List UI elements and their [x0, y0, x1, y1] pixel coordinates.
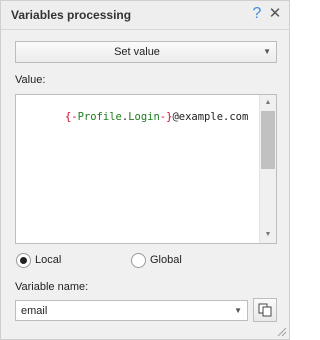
macro-property-name: Login — [128, 111, 160, 123]
copy-variable-button[interactable] — [253, 298, 277, 322]
chevron-down-icon[interactable]: ▼ — [234, 306, 242, 315]
macro-close-brace: -} — [159, 111, 173, 123]
variable-name-value: email — [21, 305, 48, 317]
radio-button-global[interactable] — [131, 253, 146, 268]
close-icon[interactable]: ✕ — [267, 4, 283, 24]
variable-name-label: Variable name: — [15, 281, 89, 293]
macro-object-name: Profile — [77, 111, 122, 123]
action-dropdown[interactable]: Set value ▼ — [15, 41, 277, 63]
action-dropdown-value: Set value — [114, 46, 160, 58]
value-label: Value: — [15, 74, 46, 86]
scroll-down-arrow-icon[interactable]: ▼ — [260, 227, 276, 243]
title-bar: Variables processing ? ✕ — [1, 1, 289, 30]
radio-button-local[interactable] — [16, 253, 31, 268]
value-plain-text: @example.com — [172, 111, 249, 123]
scope-local-label: Local — [35, 254, 62, 266]
help-icon[interactable]: ? — [249, 4, 265, 24]
copy-icon — [258, 303, 272, 317]
macro-open-brace: {- — [64, 111, 78, 123]
scope-global-label: Global — [150, 254, 182, 266]
resize-grip-icon[interactable] — [275, 325, 287, 337]
chevron-down-icon: ▼ — [263, 47, 271, 56]
scroll-up-arrow-icon[interactable]: ▲ — [260, 95, 276, 111]
variables-processing-panel: Variables processing ? ✕ Set value ▼ Val… — [0, 0, 290, 340]
radio-dot-selected — [20, 257, 27, 264]
value-scrollbar[interactable]: ▲ ▼ — [259, 95, 276, 243]
value-textarea[interactable]: {-Profile.Login-}@example.com ▲ ▼ — [15, 94, 277, 244]
panel-title: Variables processing — [11, 8, 132, 22]
value-text: {-Profile.Login-}@example.com — [27, 99, 248, 135]
scroll-thumb[interactable] — [261, 111, 275, 169]
variable-name-combobox[interactable]: email ▼ — [15, 300, 248, 321]
